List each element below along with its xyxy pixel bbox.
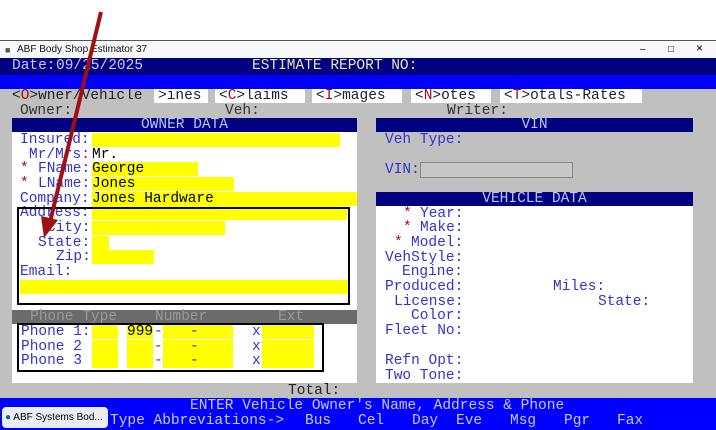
- annotation-arrow: [41, 11, 103, 238]
